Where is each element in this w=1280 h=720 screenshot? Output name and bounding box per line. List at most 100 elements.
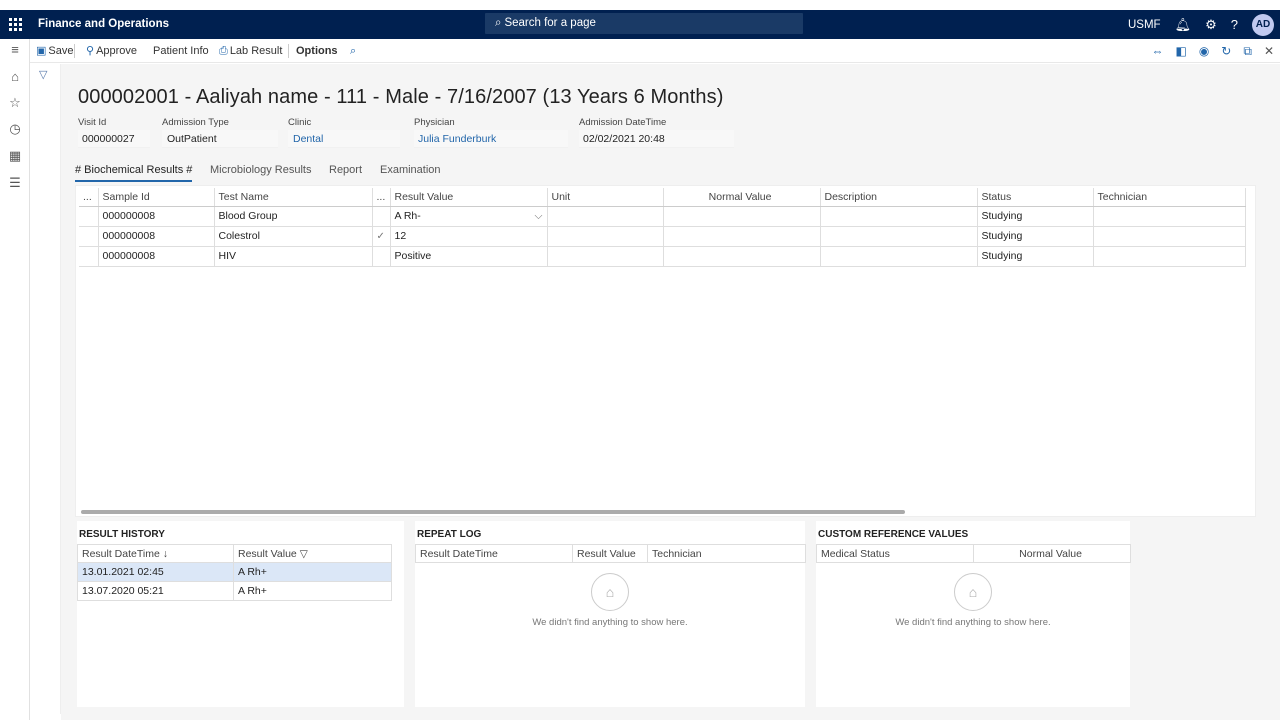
hamburger-menu-icon[interactable]: ≡ bbox=[0, 42, 30, 57]
column-header-sample-id[interactable]: Sample Id bbox=[98, 188, 215, 207]
admission-datetime-value[interactable]: 02/02/2021 20:48 bbox=[579, 130, 734, 148]
physician-link[interactable]: Julia Funderburk bbox=[414, 130, 568, 148]
empty-box-icon: ⌂ bbox=[591, 573, 629, 611]
empty-state: ⌂ We didn't find anything to show here. bbox=[415, 573, 805, 628]
notification-bell-icon[interactable]: 🔔︎ bbox=[1175, 17, 1192, 33]
column-header-select[interactable]: ... bbox=[79, 188, 99, 207]
action-pane: ▣ Save ⚲ Approve Patient Info ⎙ Lab Result … bbox=[30, 39, 1280, 63]
column-header-result-value[interactable]: Result Value ▽ bbox=[233, 544, 392, 563]
column-header-technician[interactable]: Technician bbox=[647, 544, 806, 563]
result-history-header-row: Result DateTime ↓ Result Value ▽ bbox=[77, 544, 392, 563]
tab-microbiology-results[interactable]: Microbiology Results bbox=[210, 162, 311, 178]
biochemical-results-grid: ... Sample Id Test Name ... Result Value… bbox=[75, 185, 1256, 517]
custom-reference-title: CUSTOM REFERENCE VALUES bbox=[818, 529, 969, 540]
approve-button[interactable]: ⚲ Approve bbox=[86, 39, 137, 63]
tab-report[interactable]: Report bbox=[329, 162, 362, 178]
filter-pane: ▽ bbox=[31, 64, 61, 714]
company-picker[interactable]: USMF bbox=[1128, 19, 1161, 31]
column-header-normal-value[interactable]: Normal Value bbox=[973, 544, 1131, 563]
empty-box-icon: ⌂ bbox=[954, 573, 992, 611]
office-icon[interactable]: ◧ bbox=[1175, 44, 1186, 58]
comments-icon[interactable]: ◉ bbox=[1199, 44, 1209, 58]
empty-state: ⌂ We didn't find anything to show here. bbox=[816, 573, 1130, 628]
custom-reference-panel: CUSTOM REFERENCE VALUES Medical Status N… bbox=[816, 521, 1131, 707]
empty-state-text: We didn't find anything to show here. bbox=[532, 617, 688, 628]
table-row[interactable]: 000000008 HIV Positive Studying bbox=[79, 246, 1246, 267]
column-header-test-name[interactable]: Test Name bbox=[214, 188, 373, 207]
admission-type-value[interactable]: OutPatient bbox=[162, 130, 278, 148]
row-selector[interactable] bbox=[79, 226, 99, 247]
row-selector[interactable] bbox=[79, 246, 99, 267]
table-row[interactable]: 13.01.2021 02:45 A Rh+ bbox=[77, 562, 392, 582]
filter-icon[interactable]: ▽ bbox=[39, 68, 47, 81]
favorites-star-icon[interactable]: ☆ bbox=[0, 95, 30, 111]
repeat-log-header-row: Result DateTime Result Value Technician bbox=[415, 544, 806, 563]
repeat-log-panel: REPEAT LOG Result DateTime Result Value … bbox=[415, 521, 806, 707]
approve-icon: ⚲ bbox=[86, 45, 95, 57]
modules-list-icon[interactable]: ☰ bbox=[0, 175, 30, 191]
column-header-mark[interactable]: ... bbox=[372, 188, 391, 207]
recent-clock-icon[interactable]: ◷ bbox=[0, 121, 30, 137]
clinic-link[interactable]: Dental bbox=[288, 130, 400, 148]
workspaces-icon[interactable]: ▦ bbox=[0, 148, 30, 164]
clinic-field: Clinic Dental bbox=[288, 117, 400, 148]
custom-reference-header-row: Medical Status Normal Value bbox=[816, 544, 1131, 563]
action-search-icon[interactable]: ⌕ bbox=[350, 39, 356, 63]
visit-id-value[interactable]: 000000027 bbox=[78, 130, 150, 148]
table-row[interactable]: 000000008 Colestrol ✓ 12 Studying bbox=[79, 226, 1246, 247]
checkmark-icon: ✓ bbox=[372, 226, 391, 247]
column-header-status[interactable]: Status bbox=[977, 188, 1094, 207]
visit-id-field: Visit Id 000000027 bbox=[78, 117, 150, 148]
column-header-result-datetime[interactable]: Result DateTime bbox=[415, 544, 573, 563]
result-value-dropdown[interactable]: A Rh- ⌵ bbox=[390, 206, 548, 227]
repeat-log-title: REPEAT LOG bbox=[417, 529, 482, 540]
empty-state-text: We didn't find anything to show here. bbox=[895, 617, 1051, 628]
page-title: 000002001 - Aaliyah name - 111 - Male - … bbox=[78, 86, 724, 108]
user-avatar[interactable]: AD bbox=[1252, 13, 1274, 36]
patient-info-button[interactable]: Patient Info bbox=[153, 39, 209, 63]
filter-icon[interactable]: ▽ bbox=[300, 548, 308, 560]
row-selector[interactable] bbox=[79, 206, 99, 227]
home-icon[interactable]: ⌂ bbox=[0, 69, 30, 84]
column-header-unit[interactable]: Unit bbox=[547, 188, 664, 207]
physician-field: Physician Julia Funderburk bbox=[414, 117, 568, 148]
help-icon[interactable]: ? bbox=[1231, 17, 1238, 32]
app-launcher-icon[interactable] bbox=[0, 10, 30, 39]
table-row[interactable]: 000000008 Blood Group A Rh- ⌵ Studying bbox=[79, 206, 1246, 227]
open-new-window-icon[interactable]: ⧉ bbox=[1243, 44, 1252, 59]
column-header-result-datetime[interactable]: Result DateTime ↓ bbox=[77, 544, 234, 563]
search-placeholder: Search for a page bbox=[504, 17, 596, 29]
divider bbox=[74, 44, 75, 58]
refresh-icon[interactable]: ↻ bbox=[1221, 44, 1231, 58]
app-name: Finance and Operations bbox=[38, 18, 169, 30]
tab-biochemical-results[interactable]: # Biochemical Results # bbox=[75, 162, 193, 182]
lab-result-button[interactable]: ⎙ Lab Result bbox=[219, 39, 282, 63]
horizontal-scrollbar[interactable] bbox=[81, 510, 905, 514]
column-header-description[interactable]: Description bbox=[820, 188, 978, 207]
column-header-normal-value[interactable]: Normal Value bbox=[663, 188, 821, 207]
link-icon[interactable]: ⇔ bbox=[1151, 44, 1163, 58]
save-button[interactable]: ▣ Save bbox=[36, 39, 73, 63]
table-row[interactable]: 13.07.2020 05:21 A Rh+ bbox=[77, 581, 392, 601]
column-header-technician[interactable]: Technician bbox=[1093, 188, 1246, 207]
options-button[interactable]: Options bbox=[296, 39, 338, 63]
left-nav-pane: ≡ ⌂ ☆ ◷ ▦ ☰ bbox=[0, 39, 30, 720]
admission-type-field: Admission Type OutPatient bbox=[162, 117, 278, 148]
close-icon[interactable]: ✕ bbox=[1264, 44, 1274, 58]
top-nav-bar: Finance and Operations ⌕ Search for a pag… bbox=[0, 10, 1280, 39]
search-icon: ⌕ bbox=[495, 17, 502, 29]
chevron-down-icon[interactable]: ⌵ bbox=[535, 210, 543, 223]
column-header-result-value[interactable]: Result Value bbox=[572, 544, 648, 563]
grid-header-row: ... Sample Id Test Name ... Result Value… bbox=[79, 188, 1246, 207]
result-history-panel: RESULT HISTORY Result DateTime ↓ Result … bbox=[77, 521, 404, 707]
search-box[interactable]: ⌕ Search for a page bbox=[485, 13, 803, 34]
admission-datetime-field: Admission DateTime 02/02/2021 20:48 bbox=[579, 117, 734, 148]
tab-examination[interactable]: Examination bbox=[380, 162, 441, 178]
result-history-title: RESULT HISTORY bbox=[79, 529, 165, 540]
settings-gear-icon[interactable]: ⚙ bbox=[1205, 17, 1217, 33]
print-icon: ⎙ bbox=[219, 45, 228, 57]
save-icon: ▣ bbox=[36, 45, 47, 57]
column-header-medical-status[interactable]: Medical Status bbox=[816, 544, 974, 563]
column-header-result-value[interactable]: Result Value bbox=[390, 188, 548, 207]
divider bbox=[288, 44, 289, 58]
